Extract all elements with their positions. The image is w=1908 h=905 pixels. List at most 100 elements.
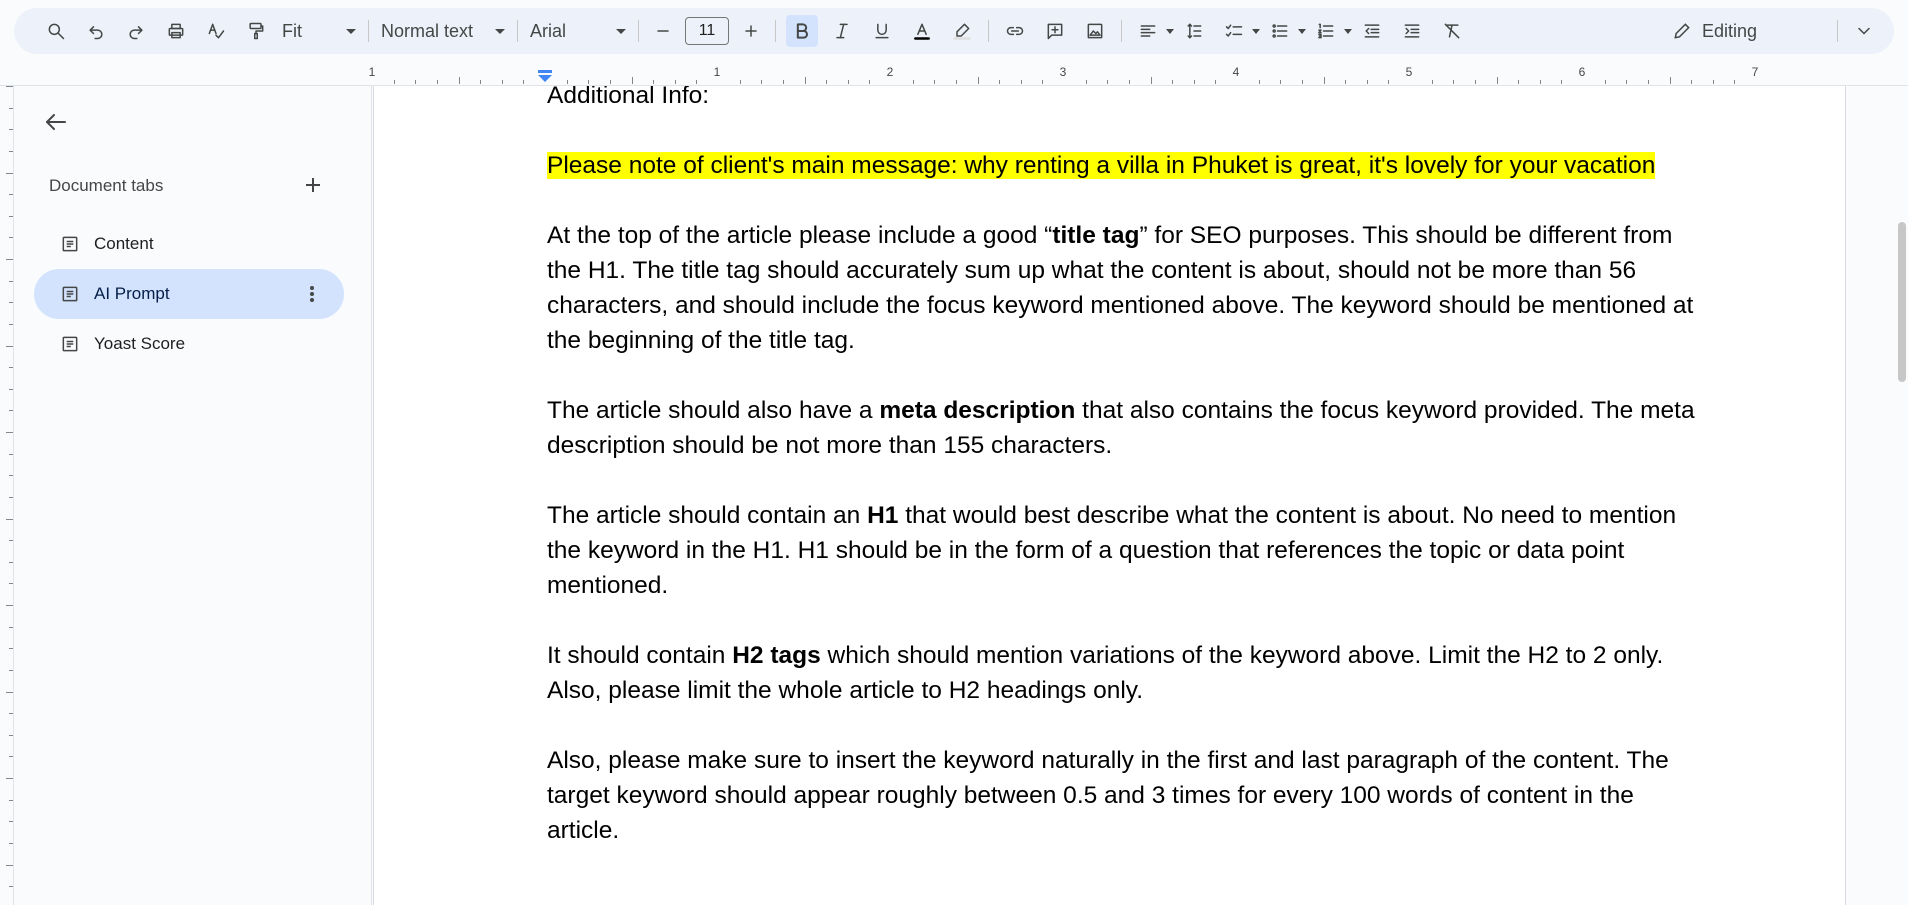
ruler-tick xyxy=(1258,80,1260,84)
chevron-down-icon[interactable] xyxy=(1344,28,1352,34)
highlight-color-button[interactable] xyxy=(946,15,978,47)
ruler-tick xyxy=(1561,80,1563,84)
increase-indent-icon xyxy=(1404,24,1420,38)
ruler-tick xyxy=(6,172,13,174)
italic-button[interactable] xyxy=(826,15,858,47)
ruler-tick xyxy=(9,648,13,650)
document-tabs-sidebar: Document tabs Content AI Prompt Yoast Sc… xyxy=(14,86,372,905)
underline-button[interactable] xyxy=(866,15,898,47)
checklist-button[interactable] xyxy=(1218,15,1250,47)
ruler-tick xyxy=(6,345,13,347)
plus-icon xyxy=(745,25,757,37)
ruler-tick xyxy=(9,734,13,736)
ruler-tick xyxy=(999,80,1001,84)
ruler-tick xyxy=(1193,80,1195,84)
redo-button[interactable] xyxy=(120,15,152,47)
ruler-tick xyxy=(1431,80,1433,84)
chevron-down-icon[interactable] xyxy=(1252,28,1260,34)
highlighted-text: Please note of client's main message: wh… xyxy=(547,152,1656,179)
chevron-down-icon[interactable] xyxy=(1166,28,1174,34)
ruler-tick xyxy=(1107,80,1109,84)
ruler-tick xyxy=(1150,77,1152,84)
ruler-tick xyxy=(9,107,13,109)
divider xyxy=(517,20,518,42)
back-button[interactable] xyxy=(42,108,70,136)
add-tab-button[interactable] xyxy=(298,170,328,200)
ruler-number: 4 xyxy=(1232,65,1240,79)
more-vert-icon[interactable] xyxy=(302,284,322,304)
editing-mode-dropdown[interactable]: Editing xyxy=(1658,13,1831,49)
clear-formatting-button[interactable] xyxy=(1436,15,1468,47)
bold-button[interactable] xyxy=(786,15,818,47)
text-run: The article should contain an xyxy=(547,502,868,529)
scrollbar-thumb[interactable] xyxy=(1898,222,1906,382)
ruler-tick xyxy=(1669,77,1671,84)
ruler-tick xyxy=(1626,80,1628,84)
spelling-check-button[interactable] xyxy=(200,15,232,47)
italic-icon xyxy=(836,23,848,39)
ruler-tick xyxy=(826,80,828,84)
align-button[interactable] xyxy=(1132,15,1164,47)
increase-font-size-button[interactable] xyxy=(735,15,767,47)
tab-label: Yoast Score xyxy=(94,334,186,353)
chevron-down-icon xyxy=(346,28,356,34)
ruler-tick xyxy=(393,80,395,84)
hide-menus-button[interactable] xyxy=(1848,15,1880,47)
insert-link-button[interactable] xyxy=(999,15,1031,47)
ruler-tick xyxy=(1301,80,1303,84)
insert-image-button[interactable] xyxy=(1079,15,1111,47)
decrease-font-size-button[interactable] xyxy=(647,15,679,47)
ruler-tick xyxy=(9,129,13,131)
ruler-tick xyxy=(9,799,13,801)
ruler-tick xyxy=(674,80,676,84)
document-icon xyxy=(62,286,78,302)
ruler-tick xyxy=(1085,80,1087,84)
ruler-tick xyxy=(1691,80,1693,84)
numbered-list-button[interactable] xyxy=(1310,15,1342,47)
chevron-down-icon[interactable] xyxy=(1298,28,1306,34)
bulleted-list-button[interactable] xyxy=(1264,15,1296,47)
link-icon xyxy=(1006,26,1024,36)
paint-format-button[interactable] xyxy=(240,15,272,47)
zoom-dropdown[interactable]: Fit xyxy=(276,15,362,47)
paragraph-style-dropdown[interactable]: Normal text xyxy=(375,15,511,47)
increase-indent-button[interactable] xyxy=(1396,15,1428,47)
pencil-icon xyxy=(1674,23,1690,39)
tab-content[interactable]: Content xyxy=(34,219,344,269)
add-comment-icon xyxy=(1047,23,1063,40)
document-body[interactable]: Additional Info: Please note of client's… xyxy=(547,86,1697,883)
search-menus-button[interactable] xyxy=(40,15,72,47)
ruler-tick xyxy=(9,669,13,671)
font-size-input[interactable]: 11 xyxy=(685,17,729,45)
numbered-list-icon xyxy=(1318,23,1334,39)
text-color-button[interactable] xyxy=(906,15,938,47)
ruler-tick xyxy=(9,453,13,455)
paragraph-title-tag: At the top of the article please include… xyxy=(547,218,1697,358)
ruler-tick xyxy=(1215,80,1217,84)
vertical-ruler[interactable] xyxy=(0,86,14,905)
style-value: Normal text xyxy=(381,20,474,41)
checklist-icon xyxy=(1225,24,1243,37)
text-color-icon xyxy=(914,23,930,40)
horizontal-ruler[interactable]: 1 1 2 3 4 5 6 7 xyxy=(0,62,1908,86)
font-dropdown[interactable]: Arial xyxy=(524,15,632,47)
add-comment-button[interactable] xyxy=(1039,15,1071,47)
indent-marker-icon[interactable] xyxy=(538,70,552,82)
paragraph-keyword-density: Also, please make sure to insert the key… xyxy=(547,747,1669,844)
paragraph-h1: The article should contain an H1 that wo… xyxy=(547,498,1697,603)
bold-text: meta description xyxy=(879,397,1076,424)
undo-button[interactable] xyxy=(80,15,112,47)
ruler-tick xyxy=(588,80,590,84)
document-page[interactable]: Additional Info: Please note of client's… xyxy=(373,86,1846,905)
scrollbar-track[interactable] xyxy=(1846,86,1908,905)
decrease-indent-button[interactable] xyxy=(1356,15,1388,47)
ruler-tick xyxy=(9,280,13,282)
chevron-up-down-icon xyxy=(1858,27,1870,35)
tab-ai-prompt[interactable]: AI Prompt xyxy=(34,269,344,319)
print-button[interactable] xyxy=(160,15,192,47)
tab-yoast-score[interactable]: Yoast Score xyxy=(34,319,344,369)
line-spacing-button[interactable] xyxy=(1178,15,1210,47)
ruler-tick xyxy=(1388,80,1390,84)
ruler-tick xyxy=(977,77,979,84)
ruler-tick xyxy=(1323,77,1325,84)
